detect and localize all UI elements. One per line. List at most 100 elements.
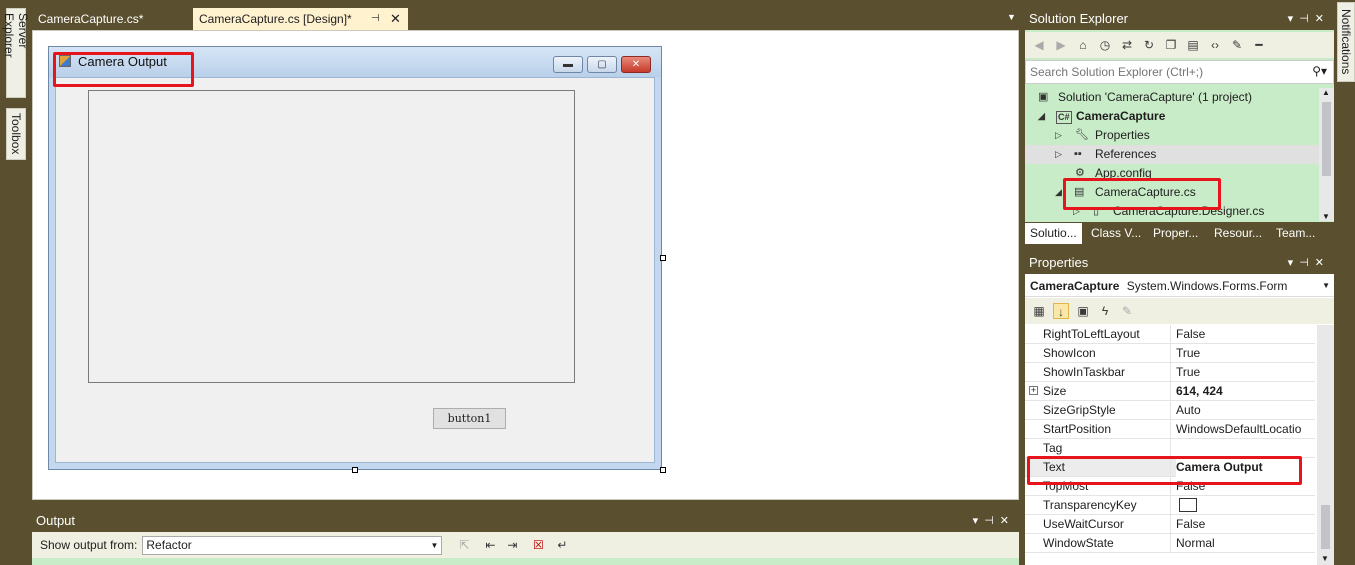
scroll-thumb[interactable] bbox=[1321, 505, 1330, 549]
close-button[interactable]: ✕ bbox=[621, 56, 651, 73]
next-message-icon[interactable]: ⇥ bbox=[504, 537, 520, 553]
sync-icon[interactable]: ⇄ bbox=[1119, 37, 1135, 53]
resize-handle-bottom[interactable] bbox=[352, 467, 358, 473]
panel-controls[interactable]: ▾⊣✕ bbox=[973, 510, 1015, 532]
scroll-down-icon[interactable]: ▼ bbox=[1321, 554, 1329, 563]
prop-row-transparency-key[interactable]: TransparencyKey bbox=[1025, 496, 1315, 515]
tree-scrollbar[interactable]: ▲ ▼ bbox=[1319, 88, 1334, 221]
output-panel: Output ▾⊣✕ Show output from: Refactor ▼ … bbox=[32, 510, 1019, 565]
tab-camera-capture-design[interactable]: CameraCapture.cs [Design]* ⊣ ✕ bbox=[193, 8, 408, 30]
scroll-down-icon[interactable]: ▼ bbox=[1322, 212, 1330, 221]
wrench-icon[interactable]: ✎ bbox=[1229, 37, 1245, 53]
solution-explorer-toolbar: ◀ ▶ ⌂ ◷ ⇄ ↻ ❐ ▤ ‹› ✎ ━ bbox=[1025, 32, 1334, 58]
close-tab-icon[interactable]: ✕ bbox=[390, 8, 401, 30]
notifications-label: Notifications bbox=[1339, 9, 1353, 75]
expand-plus-icon[interactable]: + bbox=[1029, 386, 1038, 395]
prop-row-start-position[interactable]: StartPosition WindowsDefaultLocatio bbox=[1025, 420, 1315, 439]
panel-controls[interactable]: ▾⊣✕ bbox=[1288, 8, 1330, 30]
prop-row-window-state[interactable]: WindowState Normal bbox=[1025, 534, 1315, 553]
output-source-select[interactable]: Refactor ▼ bbox=[142, 535, 443, 555]
tree-properties[interactable]: ▷ 🔧︎ Properties bbox=[1025, 126, 1319, 145]
solution-search-input[interactable] bbox=[1030, 62, 1300, 82]
tab-resources[interactable]: Resour... bbox=[1209, 223, 1267, 244]
prop-row-use-wait-cursor[interactable]: UseWaitCursor False bbox=[1025, 515, 1315, 534]
view-code-icon[interactable]: ‹› bbox=[1207, 37, 1223, 53]
expanded-arrow-icon[interactable]: ◢ bbox=[1038, 107, 1045, 126]
solution-explorer-header: Solution Explorer ▾⊣✕ bbox=[1025, 8, 1334, 30]
scroll-thumb[interactable] bbox=[1322, 102, 1331, 176]
resize-handle-right[interactable] bbox=[660, 255, 666, 261]
collapsed-arrow-icon[interactable]: ▷ bbox=[1055, 145, 1062, 164]
output-content bbox=[32, 558, 1019, 565]
prop-row-show-in-taskbar[interactable]: ShowInTaskbar True bbox=[1025, 363, 1315, 382]
object-name: CameraCapture bbox=[1030, 279, 1120, 293]
output-toolbar: Show output from: Refactor ▼ ⇱ ⇤ ⇥ ☒ ↵ bbox=[32, 534, 1019, 556]
properties-toolbar: ▦ ↓ ▣ ϟ ✎ bbox=[1025, 298, 1334, 324]
toolbox-tab[interactable]: Toolbox bbox=[6, 108, 26, 160]
home-icon[interactable]: ⌂ bbox=[1075, 37, 1091, 53]
pin-icon[interactable]: ⊣ bbox=[371, 8, 380, 30]
collapse-icon[interactable]: ❐ bbox=[1163, 37, 1179, 53]
solution-search-box[interactable]: ⚲▾ bbox=[1025, 60, 1334, 84]
minimize-button[interactable]: ▬ bbox=[553, 56, 583, 73]
output-title: Output bbox=[36, 513, 76, 528]
properties-view-icon[interactable]: ▣ bbox=[1075, 303, 1091, 319]
prop-row-size[interactable]: + Size 614, 424 bbox=[1025, 382, 1315, 401]
forward-icon[interactable]: ▶ bbox=[1053, 37, 1069, 53]
preview-icon[interactable]: ━ bbox=[1251, 37, 1267, 53]
go-to-code-icon[interactable]: ⇱ bbox=[456, 537, 472, 553]
tab-camera-capture-cs[interactable]: CameraCapture.cs* bbox=[32, 8, 192, 30]
notifications-tab[interactable]: Notifications bbox=[1337, 2, 1355, 82]
solution-bottom-tabs: Solutio... Class V... Proper... Resour..… bbox=[1025, 222, 1334, 245]
picture-box[interactable] bbox=[88, 90, 575, 383]
tab-team[interactable]: Team... bbox=[1271, 223, 1320, 244]
expanded-arrow-icon[interactable]: ◢ bbox=[1055, 183, 1062, 202]
property-scrollbar[interactable]: ▼ bbox=[1317, 325, 1334, 565]
tree-solution[interactable]: ▣ Solution 'CameraCapture' (1 project) bbox=[1025, 88, 1319, 107]
tab-properties-view[interactable]: Proper... bbox=[1148, 223, 1203, 244]
object-type: System.Windows.Forms.Form bbox=[1126, 279, 1288, 293]
prev-message-icon[interactable]: ⇤ bbox=[482, 537, 498, 553]
maximize-button[interactable]: ▢ bbox=[587, 56, 617, 73]
collapsed-arrow-icon[interactable]: ▷ bbox=[1055, 126, 1062, 145]
output-source-value: Refactor bbox=[146, 537, 192, 552]
highlight-form-title bbox=[53, 52, 194, 87]
back-icon[interactable]: ◀ bbox=[1031, 37, 1047, 53]
button1[interactable]: button1 bbox=[433, 408, 506, 429]
tab-class-view[interactable]: Class V... bbox=[1086, 223, 1146, 244]
tree-references[interactable]: ▷ ▪▪ References bbox=[1025, 145, 1319, 164]
highlight-text-property bbox=[1027, 456, 1302, 485]
tab-label: CameraCapture.cs* bbox=[38, 12, 144, 26]
form-client-area: button1 bbox=[55, 77, 655, 463]
tab-solution[interactable]: Solutio... bbox=[1025, 223, 1082, 244]
references-icon: ▪▪ bbox=[1074, 148, 1082, 160]
search-icon[interactable]: ⚲▾ bbox=[1312, 64, 1327, 78]
highlight-camera-capture-cs bbox=[1063, 178, 1221, 210]
alphabetical-icon[interactable]: ↓ bbox=[1053, 303, 1069, 319]
prop-row-show-icon[interactable]: ShowIcon True bbox=[1025, 344, 1315, 363]
button1-label: button1 bbox=[447, 412, 492, 425]
property-pages-icon[interactable]: ✎ bbox=[1119, 303, 1135, 319]
events-icon[interactable]: ϟ bbox=[1097, 303, 1113, 319]
resize-handle-corner[interactable] bbox=[660, 467, 666, 473]
prop-row-right-to-left-layout[interactable]: RightToLeftLayout False bbox=[1025, 325, 1315, 344]
chevron-down-icon[interactable]: ▼ bbox=[430, 537, 438, 554]
server-explorer-tab[interactable]: Server Explorer bbox=[2, 8, 30, 98]
scroll-up-icon[interactable]: ▲ bbox=[1322, 88, 1330, 97]
show-output-label: Show output from: bbox=[40, 538, 138, 552]
show-all-icon[interactable]: ▤ bbox=[1185, 37, 1201, 53]
chevron-down-icon[interactable]: ▼ bbox=[1322, 275, 1330, 297]
form-window[interactable]: Camera Output ▬ ▢ ✕ button1 bbox=[48, 46, 662, 470]
history-icon[interactable]: ◷ bbox=[1097, 37, 1113, 53]
categorized-icon[interactable]: ▦ bbox=[1031, 303, 1047, 319]
prop-row-size-grip-style[interactable]: SizeGripStyle Auto bbox=[1025, 401, 1315, 420]
color-swatch[interactable] bbox=[1179, 498, 1197, 512]
tab-dropdown-icon[interactable]: ▼ bbox=[1007, 12, 1016, 22]
refresh-icon[interactable]: ↻ bbox=[1141, 37, 1157, 53]
panel-controls[interactable]: ▾⊣✕ bbox=[1288, 252, 1330, 274]
tree-project[interactable]: ◢ C# CameraCapture bbox=[1025, 107, 1319, 126]
object-selector[interactable]: CameraCapture System.Windows.Forms.Form … bbox=[1025, 275, 1334, 297]
word-wrap-icon[interactable]: ↵ bbox=[554, 537, 570, 553]
properties-header: Properties ▾⊣✕ bbox=[1025, 252, 1334, 274]
clear-all-icon[interactable]: ☒ bbox=[530, 537, 546, 553]
